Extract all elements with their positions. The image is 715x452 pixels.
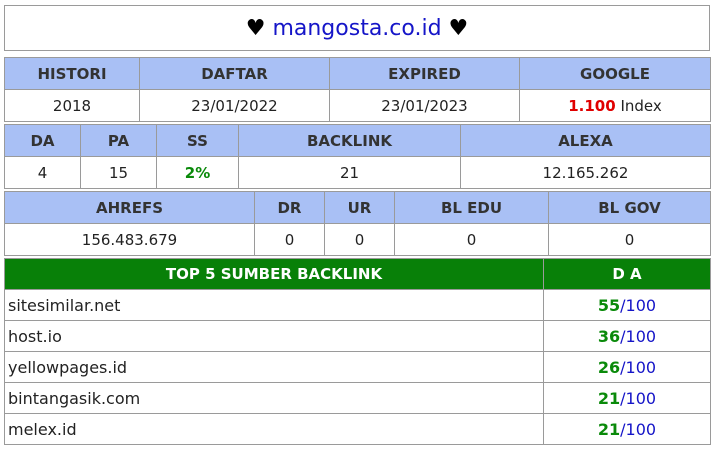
heart-icon: ♥ [448,15,469,41]
table-row: yellowpages.id 26/100 [4,351,711,383]
bl-gov-value: 0 [548,223,711,256]
dr-header: DR [254,191,325,224]
google-index-label: Index [615,96,662,115]
backlink-source[interactable]: host.io [4,320,544,352]
daftar-header: DAFTAR [139,57,330,90]
backlink-value: 21 [238,156,461,189]
metrics-table: DA PA SS BACKLINK ALEXA 4 15 2% 21 12.16… [4,124,711,189]
backlink-da-max: /100 [620,357,657,377]
ss-value: 2% [156,156,239,189]
backlink-da: 36/100 [543,320,711,352]
backlink-da-score: 36 [597,326,621,346]
google-header: GOOGLE [519,57,711,90]
da-header: DA [4,124,81,157]
title-table: ♥ mangosta.co.id ♥ [4,5,710,51]
da-value: 4 [4,156,81,189]
top-backlink-source-header: TOP 5 SUMBER BACKLINK [4,258,544,290]
pa-header: PA [80,124,157,157]
backlink-da: 26/100 [543,351,711,383]
alexa-header: ALEXA [460,124,711,157]
top-backlinks-table: TOP 5 SUMBER BACKLINK D A sitesimilar.ne… [4,258,711,445]
backlink-da-max: /100 [620,419,657,439]
histori-header: HISTORI [4,57,140,90]
site-title: ♥ mangosta.co.id ♥ [4,5,710,51]
google-index-value: 1.100 Index [519,89,711,122]
dr-value: 0 [254,223,325,256]
top-backlink-da-header: D A [543,258,711,290]
ahrefs-header: AHREFS [4,191,255,224]
ur-value: 0 [324,223,395,256]
backlink-da-score: 21 [597,388,621,408]
daftar-value: 23/01/2022 [139,89,330,122]
backlink-da: 21/100 [543,413,711,445]
backlink-source[interactable]: yellowpages.id [4,351,544,383]
backlink-header: BACKLINK [238,124,461,157]
table-row: bintangasik.com 21/100 [4,382,711,414]
ss-header: SS [156,124,239,157]
domain-info-table: HISTORI DAFTAR EXPIRED GOOGLE 2018 23/01… [4,57,711,122]
backlink-source[interactable]: bintangasik.com [4,382,544,414]
ahrefs-value: 156.483.679 [4,223,255,256]
backlink-da-score: 21 [597,419,621,439]
google-index-count: 1.100 [568,96,616,115]
backlink-da-max: /100 [620,295,657,315]
ahrefs-table: AHREFS DR UR BL EDU BL GOV 156.483.679 0… [4,191,711,256]
alexa-value: 12.165.262 [460,156,711,189]
expired-header: EXPIRED [329,57,520,90]
backlink-da: 21/100 [543,382,711,414]
bl-gov-header: BL GOV [548,191,711,224]
backlink-source[interactable]: sitesimilar.net [4,289,544,321]
backlink-da: 55/100 [543,289,711,321]
histori-value: 2018 [4,89,140,122]
pa-value: 15 [80,156,157,189]
backlink-da-max: /100 [620,326,657,346]
ur-header: UR [324,191,395,224]
backlink-source[interactable]: melex.id [4,413,544,445]
backlink-da-max: /100 [620,388,657,408]
heart-icon: ♥ [245,15,266,41]
backlink-da-score: 55 [597,295,621,315]
table-row: sitesimilar.net 55/100 [4,289,711,321]
table-row: host.io 36/100 [4,320,711,352]
site-domain[interactable]: mangosta.co.id [272,16,441,41]
expired-value: 23/01/2023 [329,89,520,122]
backlink-da-score: 26 [597,357,621,377]
bl-edu-value: 0 [394,223,549,256]
table-row: melex.id 21/100 [4,413,711,445]
bl-edu-header: BL EDU [394,191,549,224]
